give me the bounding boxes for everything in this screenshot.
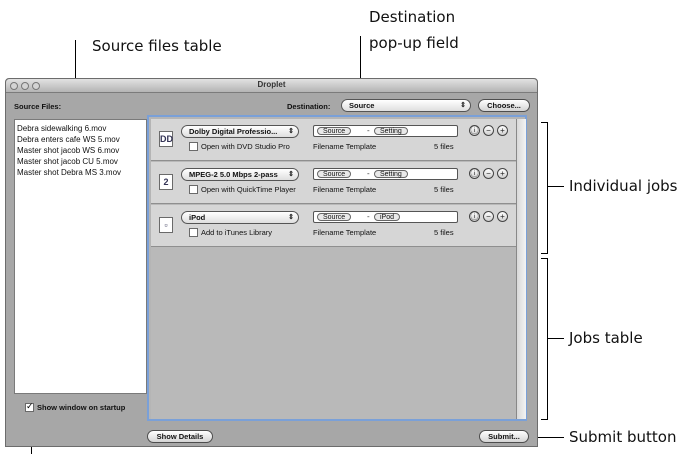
dolby-icon: DD <box>159 131 173 147</box>
source-files-table[interactable]: Debra sidewalking 6.mov Debra enters caf… <box>14 119 147 394</box>
destination-label: Destination: <box>287 102 331 111</box>
job-row[interactable]: ▫ iPod ⇕ Add to iTunes Library Source - … <box>151 205 523 247</box>
filename-template-label: Filename Template <box>313 228 377 237</box>
open-with-label: Open with DVD Studio Pro <box>201 142 290 151</box>
source-file-item[interactable]: Debra enters cafe WS 5.mov <box>17 134 144 145</box>
filename-template-label: Filename Template <box>313 185 377 194</box>
source-token[interactable]: Source <box>317 170 352 178</box>
info-icon[interactable]: ⓘ <box>469 168 480 179</box>
token-separator: - <box>367 212 370 221</box>
add-icon[interactable]: + <box>497 125 508 136</box>
mpeg2-icon: 2 <box>159 174 173 190</box>
callout-bracket-jobs-table-v <box>547 258 548 420</box>
info-icon[interactable]: ⓘ <box>469 125 480 136</box>
callout-individual-jobs: Individual jobs <box>569 177 678 195</box>
show-details-button[interactable]: Show Details <box>147 430 213 443</box>
callout-jobs-table: Jobs table <box>569 329 643 347</box>
show-window-label: Show window on startup <box>37 403 126 412</box>
remove-icon[interactable]: − <box>483 168 494 179</box>
remove-icon[interactable]: − <box>483 211 494 222</box>
setting-token[interactable]: Setting <box>374 170 408 178</box>
callout-bracket-individual-jobs-v <box>547 122 548 254</box>
source-files-label: Source Files: <box>14 102 62 111</box>
source-token[interactable]: Source <box>317 127 352 135</box>
info-icon[interactable]: ⓘ <box>469 211 480 222</box>
destination-popup[interactable]: Source ⇕ <box>341 99 471 112</box>
jobs-table-frame: DD Dolby Digital Professio... ⇕ Open wit… <box>147 115 527 421</box>
show-window-checkbox[interactable] <box>25 401 34 412</box>
popup-arrows-icon: ⇕ <box>288 128 294 135</box>
callout-source-files-table: Source files table <box>92 37 222 55</box>
ipod-token[interactable]: iPod <box>374 213 401 221</box>
popup-arrows-icon: ⇕ <box>460 102 466 109</box>
source-file-item[interactable]: Master shot Debra MS 3.mov <box>17 167 144 178</box>
open-with-label: Open with QuickTime Player <box>201 185 296 194</box>
add-icon[interactable]: + <box>497 168 508 179</box>
submit-button[interactable]: Submit... <box>479 430 529 443</box>
popup-arrows-icon: ⇕ <box>288 171 294 178</box>
token-separator: - <box>367 169 370 178</box>
job-row[interactable]: DD Dolby Digital Professio... ⇕ Open wit… <box>151 119 523 161</box>
filename-template-field[interactable]: Source - iPod <box>313 211 458 223</box>
jobs-table[interactable]: DD Dolby Digital Professio... ⇕ Open wit… <box>151 119 523 419</box>
callout-destination-line2: pop-up field <box>369 34 459 52</box>
ipod-icon: ▫ <box>159 217 173 233</box>
callout-destination-line1: Destination <box>369 8 456 26</box>
popup-arrows-icon: ⇕ <box>288 214 294 221</box>
callout-submit-button: Submit button <box>569 428 677 446</box>
source-token[interactable]: Source <box>317 213 352 221</box>
job-setting-value: iPod <box>189 213 206 222</box>
choose-button[interactable]: Choose... <box>478 99 530 112</box>
job-row[interactable]: 2 MPEG-2 5.0 Mbps 2-pass ⇕ Open with Qui… <box>151 162 523 204</box>
filename-template-field[interactable]: Source - Setting <box>313 168 458 180</box>
source-file-item[interactable]: Master shot jacob CU 5.mov <box>17 156 144 167</box>
filename-template-label: Filename Template <box>313 142 377 151</box>
job-setting-popup[interactable]: iPod ⇕ <box>181 211 299 224</box>
open-with-checkbox[interactable] <box>189 142 198 151</box>
destination-value: Source <box>349 101 375 110</box>
add-to-itunes-checkbox[interactable] <box>189 228 198 237</box>
setting-token[interactable]: Setting <box>374 127 408 135</box>
title-bar[interactable]: Droplet <box>6 79 537 93</box>
droplet-window: Droplet Source Files: Destination: Sourc… <box>5 78 538 447</box>
jobs-scrollbar[interactable] <box>516 119 526 419</box>
window-title: Droplet <box>257 80 286 89</box>
filename-template-field[interactable]: Source - Setting <box>313 125 458 137</box>
job-setting-value: MPEG-2 5.0 Mbps 2-pass <box>189 170 278 179</box>
source-file-item[interactable]: Debra sidewalking 6.mov <box>17 123 144 134</box>
add-icon[interactable]: + <box>497 211 508 222</box>
file-count: 5 files <box>434 185 454 194</box>
job-setting-value: Dolby Digital Professio... <box>189 127 278 136</box>
job-setting-popup[interactable]: Dolby Digital Professio... ⇕ <box>181 125 299 138</box>
token-separator: - <box>367 126 370 135</box>
job-setting-popup[interactable]: MPEG-2 5.0 Mbps 2-pass ⇕ <box>181 168 299 181</box>
file-count: 5 files <box>434 142 454 151</box>
file-count: 5 files <box>434 228 454 237</box>
add-to-itunes-label: Add to iTunes Library <box>201 228 273 237</box>
open-with-checkbox[interactable] <box>189 185 198 194</box>
source-file-item[interactable]: Master shot jacob WS 6.mov <box>17 145 144 156</box>
remove-icon[interactable]: − <box>483 125 494 136</box>
